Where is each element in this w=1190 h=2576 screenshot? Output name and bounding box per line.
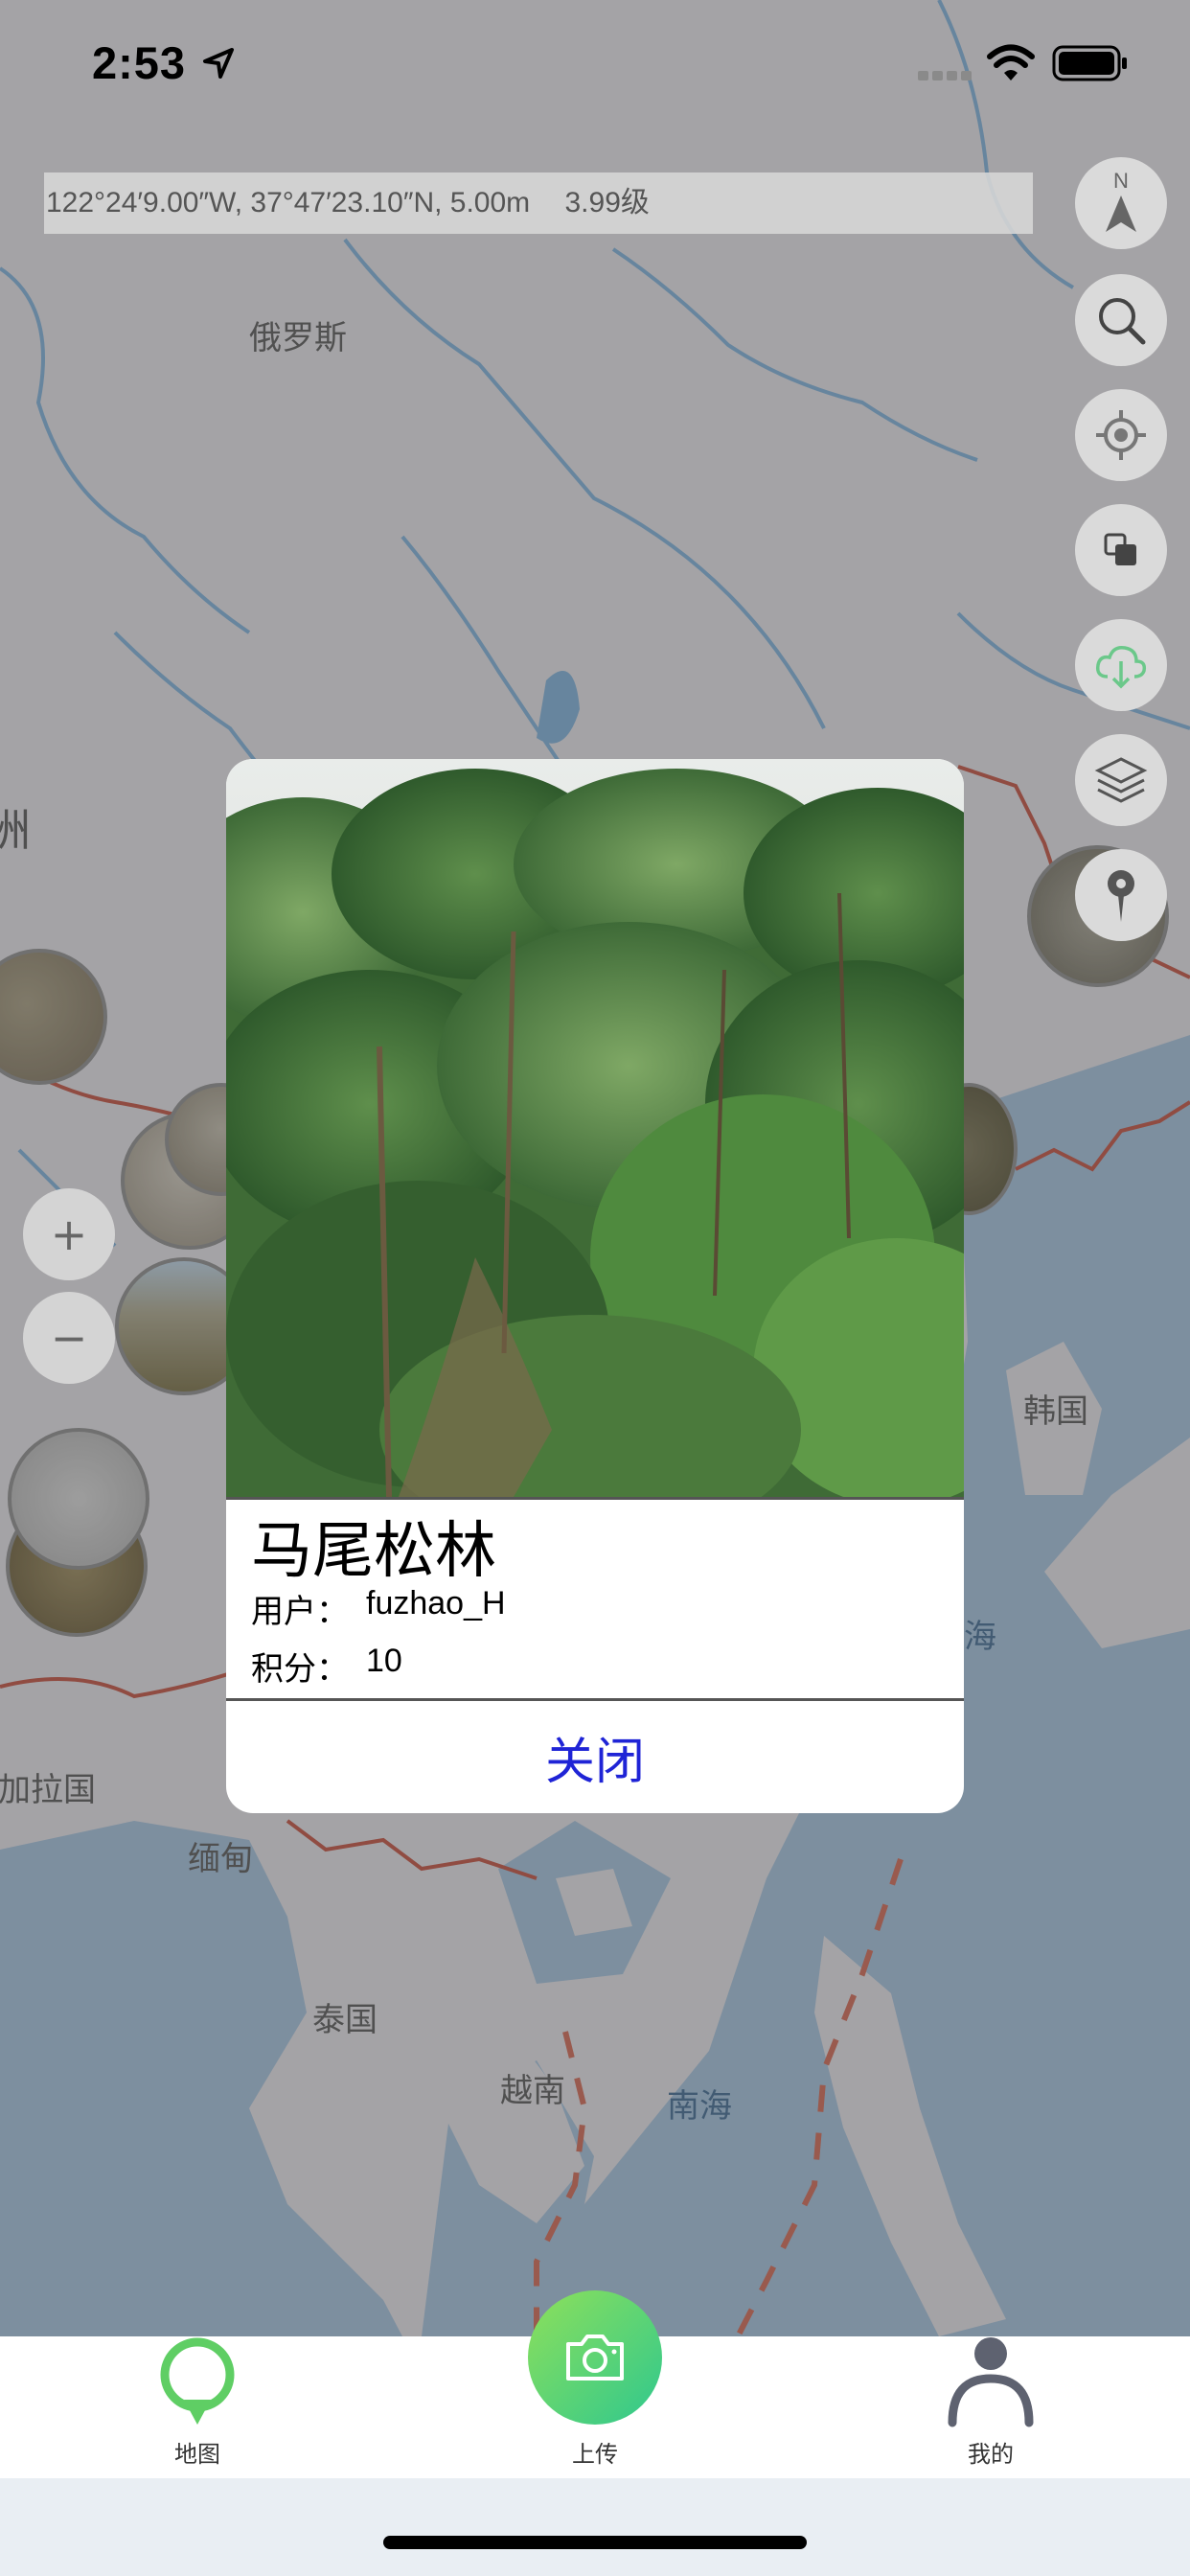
zoom-out-button[interactable]: − xyxy=(23,1292,115,1384)
photo-detail-popup: 马尾松林 用户： fuzhao_H 积分： 10 关闭 xyxy=(226,759,964,1813)
north-compass-button[interactable]: N xyxy=(1075,157,1167,249)
compass-arrow-icon: N xyxy=(1106,169,1136,232)
copy-layers-icon xyxy=(1104,533,1136,565)
compass-north-label: N xyxy=(1113,169,1129,193)
photo-bottom-divider xyxy=(226,1497,964,1500)
user-profile-icon xyxy=(948,2337,1034,2427)
map-pin-icon xyxy=(1108,870,1134,922)
tab-map-label: 地图 xyxy=(174,2441,220,2468)
status-time: 2:53 xyxy=(92,37,187,88)
search-icon xyxy=(1099,298,1146,345)
popup-user-label: 用户： xyxy=(251,1593,349,1631)
wifi-icon xyxy=(987,44,1035,80)
layers-icon xyxy=(1094,757,1148,803)
popup-score-value: 10 xyxy=(366,1643,402,1679)
upload-fab[interactable] xyxy=(528,2290,662,2425)
zoom-level: 3.99级 xyxy=(564,187,650,218)
tab-upload[interactable]: 上传 xyxy=(499,2290,691,2478)
popup-user-row: 用户： fuzhao_H xyxy=(251,1585,506,1632)
zoom-out-symbol: − xyxy=(50,1312,88,1364)
offline-download-button[interactable] xyxy=(1075,619,1167,711)
battery-icon xyxy=(1052,45,1127,81)
signal-icon xyxy=(918,71,972,80)
camera-icon xyxy=(566,2334,624,2380)
zoom-in-button[interactable]: + xyxy=(23,1188,115,1280)
location-arrow-icon xyxy=(203,48,234,79)
overlay-toggle-button[interactable] xyxy=(1075,504,1167,596)
cloud-download-icon xyxy=(1095,645,1147,689)
map-screen: 俄罗斯 韩国 海 孟加拉国 缅甸 泰国 越南 南海 洲 2:53 122°24′… xyxy=(0,0,1190,2576)
popup-user-value: fuzhao_H xyxy=(366,1585,506,1622)
locate-button[interactable] xyxy=(1075,389,1167,481)
marker-pin-button[interactable] xyxy=(1075,849,1167,941)
coordinate-readout: 122°24′9.00″W, 37°47′23.10″N, 5.00m 3.99… xyxy=(44,172,1033,234)
crosshair-icon xyxy=(1096,410,1146,460)
map-bubble-icon xyxy=(160,2337,235,2425)
home-indicator[interactable] xyxy=(383,2536,807,2549)
home-indicator-area xyxy=(0,2478,1190,2576)
search-button[interactable] xyxy=(1075,274,1167,366)
tab-map[interactable]: 地图 xyxy=(102,2336,293,2478)
coordinate-position: 122°24′9.00″W, 37°47′23.10″N, 5.00m xyxy=(46,187,531,218)
tab-profile-label: 我的 xyxy=(968,2441,1014,2468)
tab-upload-label: 上传 xyxy=(572,2441,618,2468)
layers-button[interactable] xyxy=(1075,734,1167,826)
popup-score-row: 积分： 10 xyxy=(251,1643,402,1690)
tab-profile[interactable]: 我的 xyxy=(895,2336,1087,2478)
tab-bar: 地图 上传 我的 xyxy=(0,2290,1190,2478)
popup-title: 马尾松林 xyxy=(251,1516,496,1587)
popup-score-label: 积分： xyxy=(251,1650,349,1689)
close-button[interactable]: 关闭 xyxy=(226,1700,964,1813)
forest-photo xyxy=(226,759,964,1497)
zoom-in-symbol: + xyxy=(50,1208,88,1260)
